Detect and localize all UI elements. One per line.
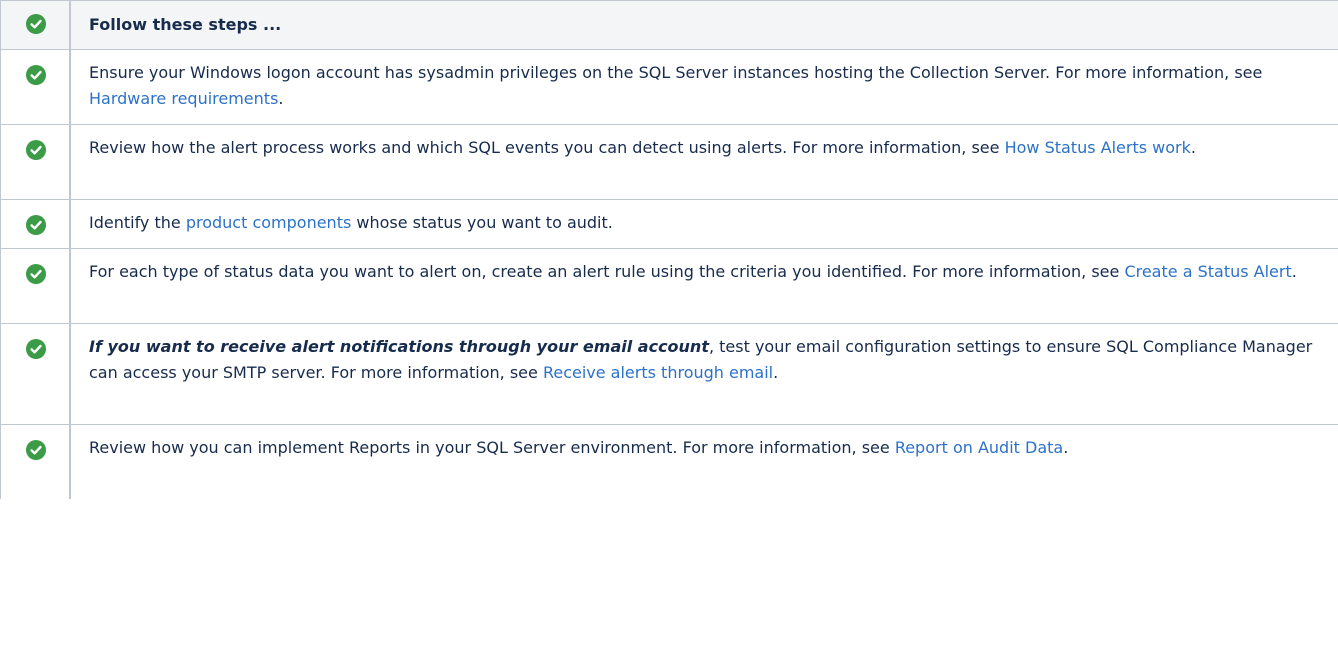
receive-alerts-email-link[interactable]: Receive alerts through email xyxy=(543,363,773,382)
step-text-after: . xyxy=(773,363,779,382)
check-circle-icon xyxy=(26,215,46,235)
step-text-before: For each type of status data you want to… xyxy=(89,262,1125,281)
how-status-alerts-work-link[interactable]: How Status Alerts work xyxy=(1005,138,1191,157)
step-icon-cell xyxy=(0,323,71,425)
step-row: Identify the product components whose st… xyxy=(0,199,1338,249)
steps-table: Follow these steps ... Ensure your Windo… xyxy=(0,0,1338,499)
step-text: Review how you can implement Reports in … xyxy=(70,425,1338,500)
step-text: Ensure your Windows logon account has sy… xyxy=(70,49,1338,125)
step-text-after: . xyxy=(1190,138,1196,157)
step-icon-cell xyxy=(0,248,71,324)
check-circle-icon xyxy=(26,264,46,284)
step-icon-cell xyxy=(0,49,71,125)
step-text-before: Review how you can implement Reports in … xyxy=(89,438,895,457)
step-row: For each type of status data you want to… xyxy=(0,248,1338,324)
step-icon-cell xyxy=(0,124,71,200)
product-components-link[interactable]: product components xyxy=(186,213,351,232)
step-row: Review how the alert process works and w… xyxy=(0,124,1338,200)
step-row: If you want to receive alert notificatio… xyxy=(0,323,1338,425)
step-row: Ensure your Windows logon account has sy… xyxy=(0,49,1338,125)
check-circle-icon xyxy=(26,65,46,85)
header-icon-cell xyxy=(0,0,71,50)
header-row: Follow these steps ... xyxy=(0,0,1338,50)
step-emphasis: If you want to receive alert notificatio… xyxy=(89,337,709,356)
check-circle-icon xyxy=(26,440,46,460)
step-text-after: . xyxy=(1291,262,1297,281)
header-title: Follow these steps ... xyxy=(70,0,1338,50)
report-on-audit-data-link[interactable]: Report on Audit Data xyxy=(895,438,1063,457)
step-text-before: Review how the alert process works and w… xyxy=(89,138,1005,157)
check-circle-icon xyxy=(26,14,46,34)
hardware-requirements-link[interactable]: Hardware requirements xyxy=(89,89,278,108)
step-row: Review how you can implement Reports in … xyxy=(0,424,1338,500)
check-circle-icon xyxy=(26,140,46,160)
step-text-after: . xyxy=(278,89,284,108)
step-text-before: Ensure your Windows logon account has sy… xyxy=(89,63,1263,82)
step-text: If you want to receive alert notificatio… xyxy=(70,323,1338,425)
step-icon-cell xyxy=(0,199,71,249)
step-text: For each type of status data you want to… xyxy=(70,248,1338,324)
step-text-before: Identify the xyxy=(89,213,186,232)
check-circle-icon xyxy=(26,339,46,359)
step-text: Review how the alert process works and w… xyxy=(70,124,1338,200)
create-status-alert-link[interactable]: Create a Status Alert xyxy=(1124,262,1291,281)
step-icon-cell xyxy=(0,424,71,499)
step-text-after: . xyxy=(1063,438,1069,457)
step-text-after: whose status you want to audit. xyxy=(351,213,613,232)
step-text: Identify the product components whose st… xyxy=(70,199,1338,249)
